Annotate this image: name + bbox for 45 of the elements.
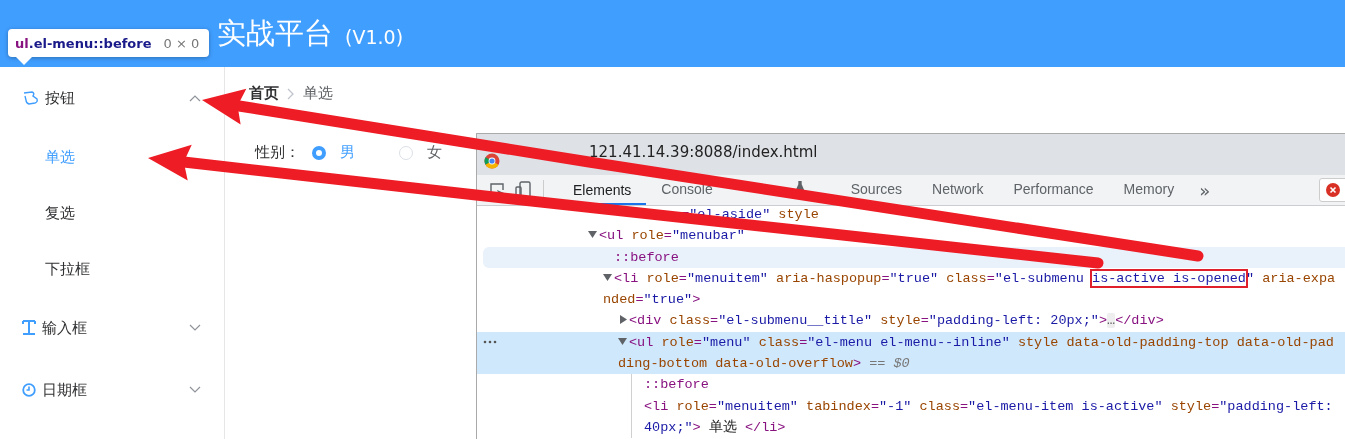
more-tabs-button[interactable]: » xyxy=(1189,175,1221,205)
clock-icon xyxy=(22,383,36,397)
dom-node-row[interactable]: <li role="menuitem" tabindex="-1" class="el-menu-item is-active" style="padding-left: 40px;"> 单选 </li> xyxy=(477,395,1345,439)
submenu-label: 输入框 xyxy=(42,318,88,338)
app-title: 实战平台 xyxy=(217,14,333,52)
devtools-tab[interactable]: Sources xyxy=(835,181,918,199)
submenu-title[interactable]: 输入框 xyxy=(0,297,201,359)
expanded-triangle-icon[interactable] xyxy=(618,336,629,346)
form-label: 性别： xyxy=(255,143,300,162)
collapsed-triangle-icon[interactable] xyxy=(618,315,629,325)
browser-logo-icon xyxy=(484,152,500,169)
dom-node-row[interactable]: <ul role="menubar" xyxy=(477,225,1345,247)
hand-icon xyxy=(22,90,39,106)
dom-node-row[interactable]: <ul role="menu" class="el-menu el-menu--inline" style data-old-padding-top data-old-padding-bottom data-old-overflow> == $0 xyxy=(477,331,1345,375)
chevron-down-icon xyxy=(189,324,201,332)
breadcrumb-item[interactable]: 首页 xyxy=(249,84,279,103)
submenu-title[interactable]: 按钮 xyxy=(0,67,201,129)
submenu-label: 按钮 xyxy=(45,88,76,108)
radio-button[interactable] xyxy=(312,145,326,160)
radio-label[interactable]: 女 xyxy=(427,143,442,162)
size-text: 0 × 0 xyxy=(163,35,200,51)
flask-tab[interactable] xyxy=(794,181,805,191)
devtools-tab[interactable]: Performance xyxy=(998,181,1109,199)
chevron-down-icon xyxy=(189,386,201,394)
expanded-triangle-icon[interactable] xyxy=(588,230,599,240)
expanded-triangle-icon[interactable] xyxy=(603,272,614,282)
devtools-tab[interactable]: Network xyxy=(917,181,999,199)
chevron-up-icon xyxy=(189,94,201,102)
menu-item[interactable]: 下拉框 xyxy=(0,241,224,297)
selector-text: ul.el-menu::before xyxy=(15,35,152,51)
error-icon xyxy=(1326,183,1340,197)
text-cursor-icon xyxy=(22,320,36,336)
submenu-title[interactable]: 日期框 xyxy=(0,359,201,421)
version-label: (V1.0) xyxy=(345,25,404,48)
breadcrumb-item: 单选 xyxy=(303,84,333,103)
more-icon[interactable] xyxy=(483,339,497,344)
dom-node-row[interactable]: ::before xyxy=(477,374,1345,396)
dom-node-row[interactable]: <div class="el-submenu__title" style="padding-left: 20px;">…</div> xyxy=(477,310,1345,332)
devtools-tab[interactable]: Console xyxy=(646,181,728,199)
submenu-label: 日期框 xyxy=(42,380,88,400)
devtools-tab[interactable]: Elements xyxy=(558,175,647,205)
chevron-right-icon xyxy=(287,87,295,100)
window-title: 121.41.14.39:8088/index.html xyxy=(589,143,818,161)
devtools-tab[interactable]: Memory xyxy=(1108,181,1190,199)
menu-item[interactable]: 复选 xyxy=(0,185,224,241)
